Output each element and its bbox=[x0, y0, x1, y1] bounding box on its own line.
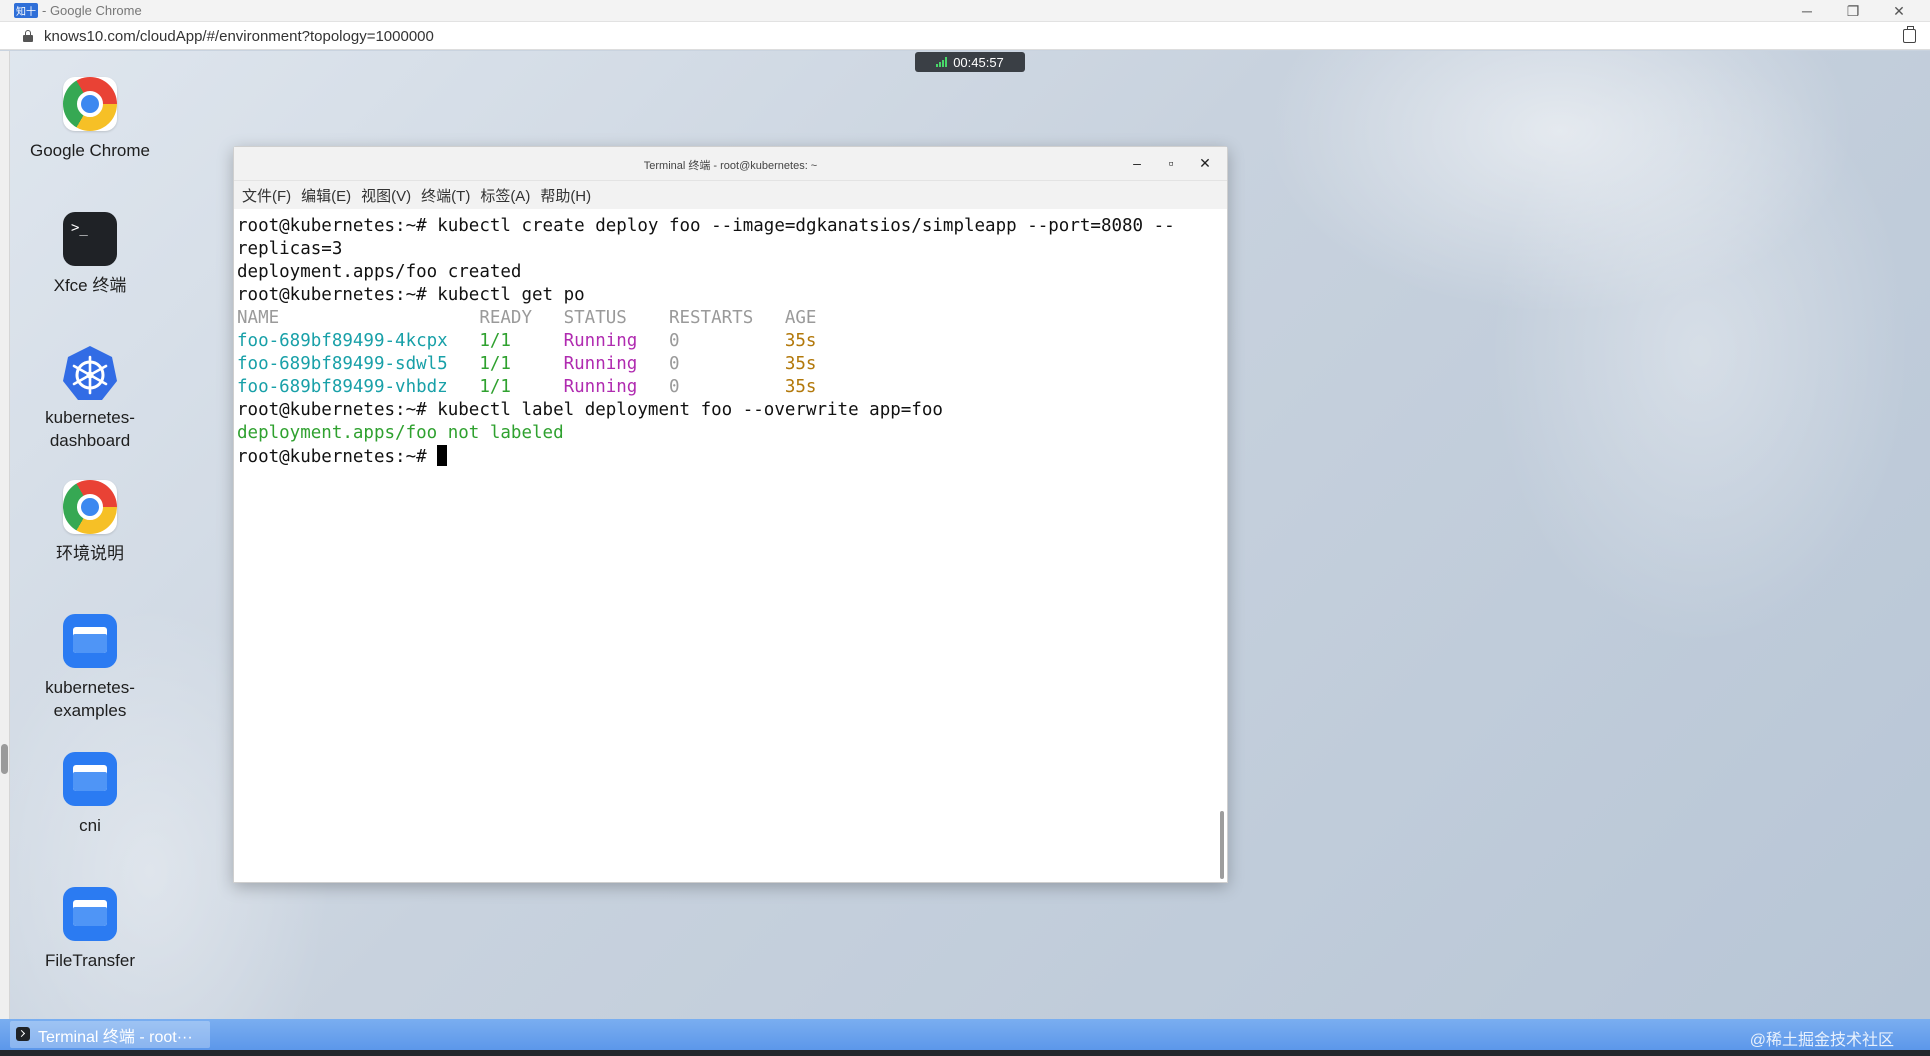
session-timer: 00:45:57 bbox=[915, 52, 1025, 72]
taskbar: Terminal 终端 - root··· @稀土掘金技术社区 bbox=[0, 1019, 1930, 1050]
chrome-icon bbox=[63, 480, 117, 534]
terminal-line: root@kubernetes:~# kubectl create deploy… bbox=[237, 215, 1215, 238]
menu-tabs[interactable]: 标签(A) bbox=[480, 185, 530, 206]
terminal-icon: >_ bbox=[63, 212, 117, 266]
signal-icon bbox=[936, 57, 948, 67]
terminal-line: deployment.apps/foo created bbox=[237, 262, 522, 282]
desktop-icon-label: cni bbox=[79, 816, 101, 835]
command: kubectl get po bbox=[437, 285, 585, 305]
header-age: AGE bbox=[784, 308, 817, 328]
desktop-icon-kubernetes-examples[interactable]: kubernetes-examples bbox=[20, 614, 160, 722]
pod-ready: 1/1 bbox=[479, 331, 511, 351]
terminal-minimize-button[interactable]: – bbox=[1129, 153, 1145, 173]
desktop-icon-label: kubernetes-examples bbox=[45, 678, 135, 720]
clipboard-icon[interactable] bbox=[1903, 26, 1916, 43]
menu-help[interactable]: 帮助(H) bbox=[540, 185, 591, 206]
browser-window-controls: ─ ❐ ✕ bbox=[1784, 0, 1922, 22]
terminal-line: replicas=3 bbox=[237, 239, 343, 259]
kubernetes-icon bbox=[63, 346, 117, 400]
menu-terminal[interactable]: 终端(T) bbox=[421, 185, 470, 206]
terminal-maximize-button[interactable]: ▫ bbox=[1163, 153, 1179, 173]
browser-title: 知十 - Google Chrome bbox=[14, 3, 142, 18]
command: kubectl label deployment foo --overwrite… bbox=[437, 400, 943, 420]
url-text[interactable]: knows10.com/cloudApp/#/environment?topol… bbox=[44, 28, 434, 45]
chrome-icon bbox=[63, 77, 117, 131]
desktop-icon-label: FileTransfer bbox=[44, 951, 136, 970]
desktop-icon-xfce-terminal[interactable]: >_ Xfce 终端 bbox=[20, 212, 160, 297]
side-panel-strip bbox=[0, 51, 10, 1019]
desktop-icon-label: 环境说明 bbox=[56, 544, 124, 563]
pod-age: 35s bbox=[784, 377, 817, 397]
pod-ready: 1/1 bbox=[479, 354, 511, 374]
desktop-icon-filetransfer[interactable]: FileTransfer bbox=[20, 887, 160, 972]
terminal-line: root@kubernetes:~# bbox=[237, 445, 1215, 469]
menu-edit[interactable]: 编辑(E) bbox=[301, 185, 351, 206]
watermark: @稀土掘金技术社区 bbox=[1749, 1032, 1894, 1049]
pod-name: foo-689bf89499-sdwl5 bbox=[237, 354, 448, 374]
desktop-icon-env-guide[interactable]: 环境说明 bbox=[20, 480, 160, 565]
prompt: root@kubernetes:~# bbox=[237, 400, 438, 420]
pod-status: Running bbox=[563, 354, 638, 374]
pod-age: 35s bbox=[784, 354, 817, 374]
taskbar-item-label: Terminal 终端 - root··· bbox=[38, 1028, 193, 1046]
terminal-scrollbar[interactable] bbox=[1220, 811, 1224, 879]
prompt: root@kubernetes:~# bbox=[237, 216, 438, 236]
terminal-output[interactable]: root@kubernetes:~# kubectl create deploy… bbox=[237, 213, 1215, 882]
site-logo-icon: 知十 bbox=[14, 3, 38, 18]
taskbar-bottom-edge bbox=[0, 1050, 1930, 1056]
pod-ready: 1/1 bbox=[479, 377, 511, 397]
menu-file[interactable]: 文件(F) bbox=[242, 185, 291, 206]
terminal-menubar: 文件(F) 编辑(E) 视图(V) 终端(T) 标签(A) 帮助(H) bbox=[234, 181, 1227, 209]
terminal-titlebar[interactable]: Terminal 终端 - root@kubernetes: ~ – ▫ ✕ bbox=[234, 147, 1227, 181]
desktop-icon-cni[interactable]: cni bbox=[20, 752, 160, 837]
pod-table-header: NAME READY STATUS RESTARTS AGE bbox=[237, 307, 1215, 330]
terminal-window-controls: – ▫ ✕ bbox=[1129, 153, 1213, 173]
pod-age: 35s bbox=[784, 331, 817, 351]
desktop-icon-label: Xfce 终端 bbox=[53, 276, 127, 295]
pod-restarts: 0 bbox=[668, 354, 680, 374]
browser-close-button[interactable]: ✕ bbox=[1876, 0, 1922, 22]
header-name: NAME bbox=[237, 308, 280, 328]
table-row: foo-689bf89499-vhbdz 1/1 Running 0 35s bbox=[237, 376, 1215, 399]
browser-title-suffix: - Google Chrome bbox=[42, 3, 142, 18]
desktop-icon-label: Google Chrome bbox=[29, 141, 150, 160]
pod-restarts: 0 bbox=[668, 331, 680, 351]
lock-icon[interactable] bbox=[23, 30, 33, 42]
table-row: foo-689bf89499-sdwl5 1/1 Running 0 35s bbox=[237, 353, 1215, 376]
pod-name: foo-689bf89499-vhbdz bbox=[237, 377, 448, 397]
terminal-line: deployment.apps/foo not labeled bbox=[237, 423, 564, 443]
terminal-line: root@kubernetes:~# kubectl get po bbox=[237, 284, 1215, 307]
prompt: root@kubernetes:~# bbox=[237, 285, 438, 305]
command: kubectl create deploy foo --image=dgkana… bbox=[437, 216, 1175, 236]
address-bar[interactable]: knows10.com/cloudApp/#/environment?topol… bbox=[0, 22, 1930, 50]
desktop-icon-label: kubernetes-dashboard bbox=[45, 408, 135, 450]
terminal-icon bbox=[16, 1027, 30, 1041]
folder-icon bbox=[63, 752, 117, 806]
terminal-close-button[interactable]: ✕ bbox=[1197, 153, 1213, 173]
header-restarts: RESTARTS bbox=[668, 308, 754, 328]
terminal-line: root@kubernetes:~# kubectl label deploym… bbox=[237, 399, 1215, 422]
terminal-title: Terminal 终端 - root@kubernetes: ~ bbox=[643, 160, 818, 172]
header-ready: READY bbox=[479, 308, 532, 328]
prompt: root@kubernetes:~# bbox=[237, 447, 438, 467]
taskbar-item-terminal[interactable]: Terminal 终端 - root··· bbox=[10, 1021, 210, 1048]
pod-restarts: 0 bbox=[668, 377, 680, 397]
folder-icon bbox=[63, 887, 117, 941]
pod-name: foo-689bf89499-4kcpx bbox=[237, 331, 448, 351]
header-status: STATUS bbox=[563, 308, 627, 328]
timer-value: 00:45:57 bbox=[953, 54, 1004, 70]
browser-minimize-button[interactable]: ─ bbox=[1784, 0, 1830, 22]
side-panel-handle[interactable] bbox=[1, 744, 8, 774]
folder-icon bbox=[63, 614, 117, 668]
pod-status: Running bbox=[563, 331, 638, 351]
pod-status: Running bbox=[563, 377, 638, 397]
text-cursor bbox=[437, 445, 448, 466]
menu-view[interactable]: 视图(V) bbox=[361, 185, 411, 206]
terminal-window[interactable]: Terminal 终端 - root@kubernetes: ~ – ▫ ✕ 文… bbox=[233, 146, 1228, 883]
browser-titlebar: 知十 - Google Chrome ─ ❐ ✕ bbox=[0, 0, 1930, 22]
desktop-icon-kubernetes-dashboard[interactable]: kubernetes-dashboard bbox=[20, 344, 160, 452]
table-row: foo-689bf89499-4kcpx 1/1 Running 0 35s bbox=[237, 330, 1215, 353]
browser-restore-button[interactable]: ❐ bbox=[1830, 0, 1876, 22]
desktop-icon-google-chrome[interactable]: Google Chrome bbox=[20, 77, 160, 162]
